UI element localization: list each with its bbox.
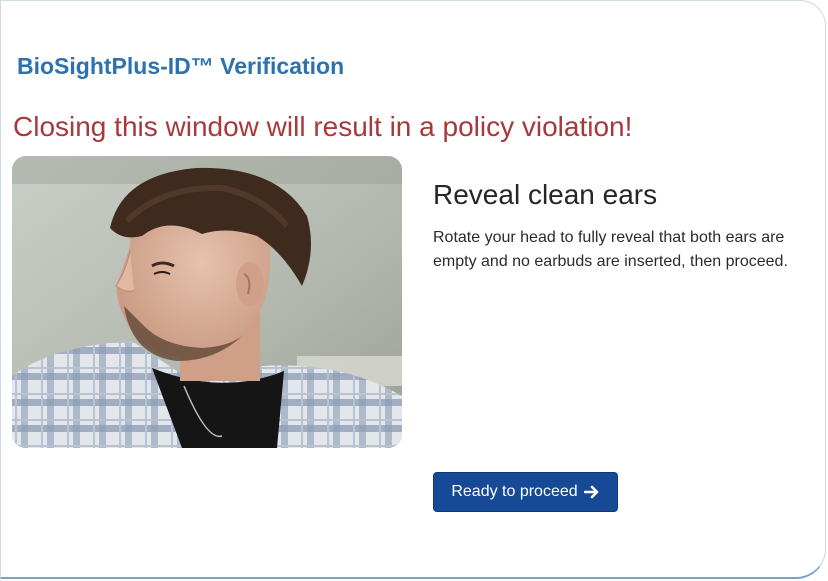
policy-warning: Closing this window will result in a pol… [13, 111, 633, 142]
arrow-right-icon [583, 485, 600, 499]
instruction-title: Reveal clean ears [433, 179, 658, 210]
verification-window: BioSightPlus-ID™ Verification Closing th… [0, 0, 826, 579]
app-title: BioSightPlus-ID™ Verification [17, 53, 345, 79]
camera-feed [12, 156, 402, 448]
instruction-text: Rotate your head to fully reveal that bo… [433, 229, 788, 270]
proceed-button-label: Ready to proceed [451, 483, 578, 500]
ready-to-proceed-button[interactable]: Ready to proceed [433, 472, 618, 512]
